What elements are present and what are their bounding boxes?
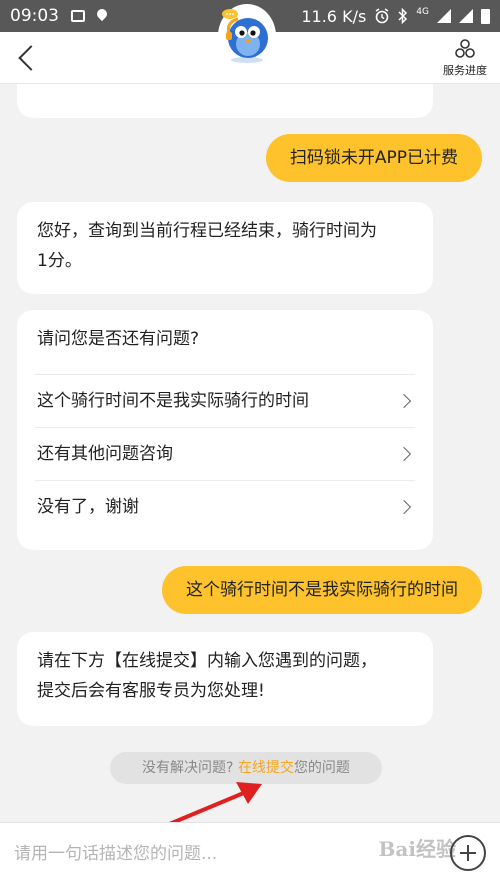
menu-item-label: 没有了，谢谢 — [37, 497, 139, 517]
user-message-1: 扫码锁未开APP已计费 — [265, 134, 482, 182]
bot-message-2-line-1: 请在下方【在线提交】内输入您遇到的问题， — [37, 651, 377, 671]
unresolved-tip: 没有解决问题? 在线提交您的问题 — [110, 752, 382, 784]
location-icon — [97, 9, 107, 23]
baidu-watermark: Bai经验 — [378, 837, 456, 861]
service-progress-label: 服务进度 — [443, 64, 487, 77]
service-progress-button[interactable]: 服务进度 — [442, 38, 488, 78]
bird-mascot-avatar — [218, 4, 276, 68]
question-input[interactable] — [0, 823, 430, 884]
signal-icon — [437, 9, 451, 23]
chevron-right-icon — [396, 446, 412, 462]
user-message-2-text: 这个骑行时间不是我实际骑行的时间 — [186, 580, 458, 600]
question-menu-card: 请问您是否还有问题? 这个骑行时间不是我实际骑行的时间 还有其他问题咨询 没有了… — [17, 310, 433, 550]
menu-title: 请问您是否还有问题? — [37, 329, 200, 349]
bot-message-2-line-2: 提交后会有客服专员为您处理! — [37, 681, 265, 701]
menu-item-other-questions[interactable]: 还有其他问题咨询 — [35, 427, 415, 480]
service-progress-icon — [455, 39, 475, 58]
photo-icon — [71, 10, 85, 22]
chat-area[interactable]: 扫码锁未开APP已计费 您好，查询到当前行程已经结束，骑行时间为 1分。 请问您… — [0, 84, 500, 822]
battery-icon — [481, 8, 490, 24]
status-time: 09:03 — [10, 6, 59, 26]
menu-item-label: 这个骑行时间不是我实际骑行的时间 — [37, 391, 309, 411]
bot-message-1-line-1: 您好，查询到当前行程已经结束，骑行时间为 — [37, 221, 377, 241]
network-type: 4G — [416, 6, 429, 17]
chevron-right-icon — [396, 499, 412, 515]
add-icon[interactable] — [450, 835, 486, 871]
bot-message-1-line-2: 1分。 — [37, 251, 82, 271]
input-bar: Bai经验 — [0, 822, 500, 884]
network-speed: 11.6 K/s — [301, 6, 367, 26]
user-message-2: 这个骑行时间不是我实际骑行的时间 — [162, 566, 482, 614]
bot-message-1: 您好，查询到当前行程已经结束，骑行时间为 1分。 — [17, 202, 433, 294]
signal-icon-2 — [459, 9, 473, 23]
user-message-1-text: 扫码锁未开APP已计费 — [289, 148, 458, 168]
back-icon[interactable] — [14, 42, 44, 72]
alarm-icon — [375, 8, 389, 24]
menu-item-label: 还有其他问题咨询 — [37, 444, 173, 464]
online-submit-link[interactable]: 在线提交 — [238, 760, 294, 776]
menu-item-ride-time-wrong[interactable]: 这个骑行时间不是我实际骑行的时间 — [35, 374, 415, 427]
tip-suffix: 您的问题 — [293, 760, 350, 776]
bluetooth-icon — [398, 8, 408, 24]
previous-bot-bubble — [17, 84, 433, 118]
tip-prefix: 没有解决问题? — [142, 760, 234, 776]
menu-item-no-thanks[interactable]: 没有了，谢谢 — [35, 480, 415, 533]
bot-message-2: 请在下方【在线提交】内输入您遇到的问题， 提交后会有客服专员为您处理! — [17, 632, 433, 726]
chevron-right-icon — [396, 393, 412, 409]
